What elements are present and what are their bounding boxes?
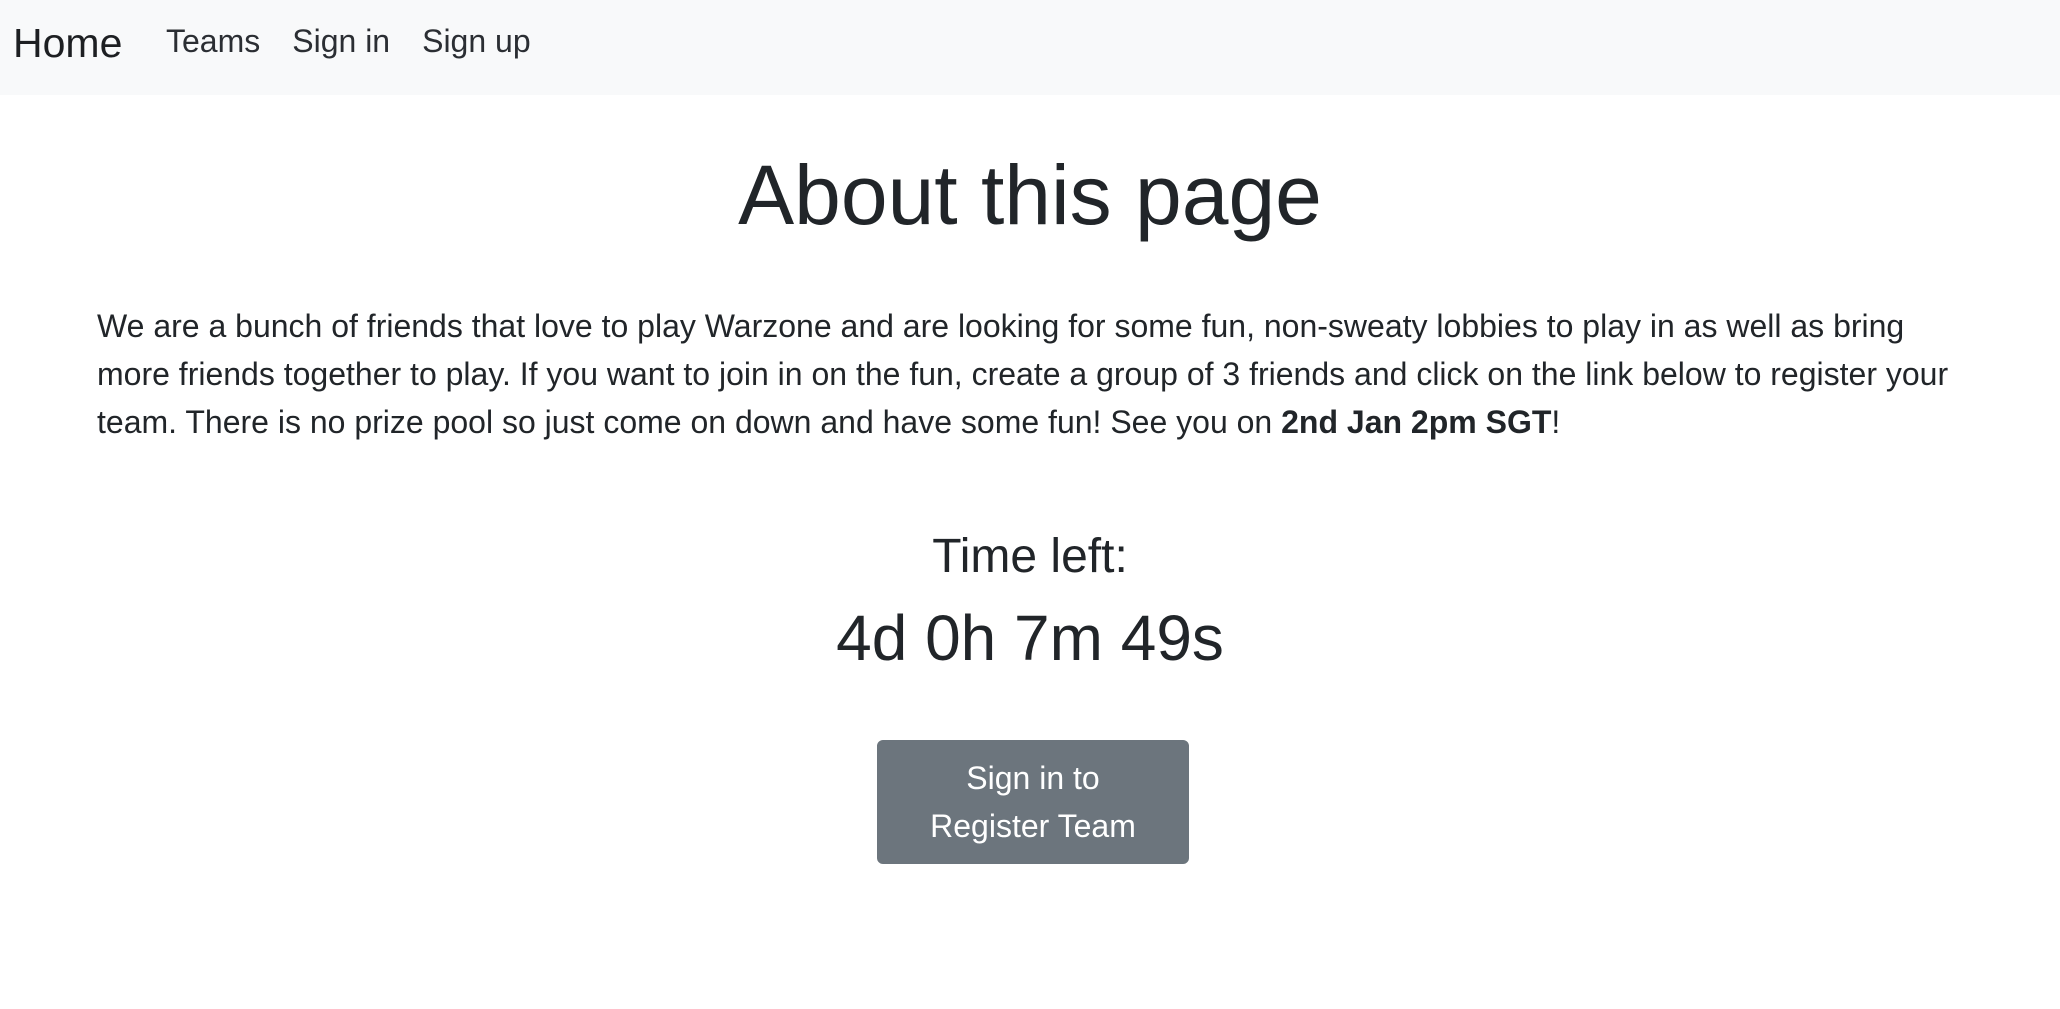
register-button-line1: Sign in to xyxy=(966,760,1100,796)
home-link[interactable]: Home xyxy=(13,19,122,68)
about-paragraph: We are a bunch of friends that love to p… xyxy=(97,302,1977,446)
nav-link-teams[interactable]: Teams xyxy=(166,21,260,61)
nav-links: Teams Sign in Sign up xyxy=(166,21,563,61)
time-left-label: Time left: xyxy=(932,530,1128,583)
event-date: 2nd Jan 2pm SGT xyxy=(1281,404,1552,440)
register-button-line2: Register Team xyxy=(930,808,1136,844)
page-title: About this page xyxy=(738,148,1322,242)
register-team-button[interactable]: Sign in to Register Team xyxy=(877,740,1189,864)
nav-link-sign-in[interactable]: Sign in xyxy=(292,21,390,61)
about-text: We are a bunch of friends that love to p… xyxy=(97,308,1949,440)
countdown-timer: 4d 0h 7m 49s xyxy=(836,602,1224,674)
about-text-end: ! xyxy=(1551,404,1561,440)
nav-link-sign-up[interactable]: Sign up xyxy=(422,21,531,61)
navbar: Home Teams Sign in Sign up xyxy=(0,0,2060,95)
